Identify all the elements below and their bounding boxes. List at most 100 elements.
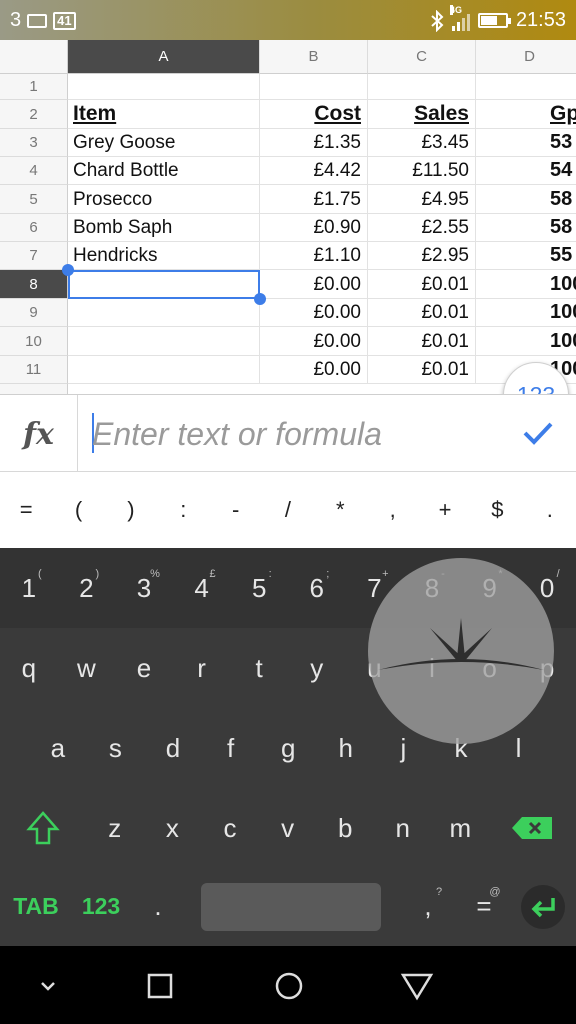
cell-gp[interactable]: 55 — [476, 242, 576, 270]
cell-gp[interactable]: 54 — [476, 157, 576, 185]
symbol-key[interactable]: = — [0, 472, 52, 548]
row-header-10[interactable]: 10 — [0, 327, 68, 356]
symbol-key[interactable]: , — [367, 472, 419, 548]
chevron-down-icon[interactable] — [30, 968, 66, 1004]
row-header-7[interactable]: 7 — [0, 242, 68, 270]
column-header-d[interactable]: D — [476, 40, 576, 74]
key-s[interactable]: s — [87, 708, 145, 788]
cell-cost[interactable]: £1.35 — [260, 129, 368, 157]
cell-sales[interactable]: £0.01 — [368, 270, 476, 299]
key-6[interactable]: 6; — [288, 548, 346, 628]
key-g[interactable]: g — [259, 708, 317, 788]
cell-item[interactable] — [68, 299, 260, 327]
cell-gp[interactable]: 100 — [476, 270, 576, 299]
key-x[interactable]: x — [144, 788, 202, 868]
row-header-8[interactable]: 8 — [0, 270, 68, 299]
checkmark-icon[interactable] — [518, 413, 558, 453]
row-header-12[interactable] — [0, 384, 68, 394]
cell-cost[interactable]: £1.10 — [260, 242, 368, 270]
cell-b1[interactable] — [260, 74, 368, 100]
row-header-9[interactable]: 9 — [0, 299, 68, 327]
key-d[interactable]: d — [144, 708, 202, 788]
row-header-3[interactable]: 3 — [0, 129, 68, 157]
key-f[interactable]: f — [202, 708, 260, 788]
row-header-4[interactable]: 4 — [0, 157, 68, 185]
cell-header-item[interactable]: Item — [68, 100, 260, 129]
row-header-5[interactable]: 5 — [0, 185, 68, 214]
key-r[interactable]: r — [173, 628, 231, 708]
comma-key[interactable]: ,? — [400, 866, 456, 946]
shift-key[interactable] — [0, 788, 86, 868]
numeric-mode-key[interactable]: 123 — [72, 866, 130, 946]
key-2[interactable]: 2) — [58, 548, 116, 628]
key-v[interactable]: v — [259, 788, 317, 868]
symbol-key[interactable]: * — [314, 472, 366, 548]
enter-key[interactable] — [521, 885, 565, 929]
back-triangle-icon[interactable] — [399, 968, 435, 1004]
symbol-key[interactable]: . — [524, 472, 576, 548]
cell-header-cost[interactable]: Cost — [260, 100, 368, 129]
cell-cost[interactable]: £0.00 — [260, 327, 368, 356]
cell-item[interactable]: Hendricks — [68, 242, 260, 270]
space-key[interactable] — [201, 883, 381, 931]
key-e[interactable]: e — [115, 628, 173, 708]
cell-gp[interactable]: 100 — [476, 327, 576, 356]
equals-key[interactable]: = @ — [456, 866, 512, 946]
key-z[interactable]: z — [86, 788, 144, 868]
cell-item[interactable]: Grey Goose — [68, 129, 260, 157]
home-circle-icon[interactable] — [271, 968, 307, 1004]
row-header-2[interactable]: 2 — [0, 100, 68, 129]
key-h[interactable]: h — [317, 708, 375, 788]
row-header-11[interactable]: 11 — [0, 356, 68, 384]
symbol-key[interactable]: + — [419, 472, 471, 548]
cell-sales[interactable]: £0.01 — [368, 356, 476, 384]
cell-header-gp[interactable]: Gp — [476, 100, 576, 129]
cell-sales[interactable]: £2.95 — [368, 242, 476, 270]
key-b[interactable]: b — [316, 788, 374, 868]
key-t[interactable]: t — [230, 628, 288, 708]
cell-item[interactable] — [68, 356, 260, 384]
column-header-c[interactable]: C — [368, 40, 476, 74]
cell-sales[interactable]: £11.50 — [368, 157, 476, 185]
key-y[interactable]: y — [288, 628, 346, 708]
column-header-b[interactable]: B — [260, 40, 368, 74]
key-n[interactable]: n — [374, 788, 432, 868]
cell-c1[interactable] — [368, 74, 476, 100]
symbol-key[interactable]: $ — [471, 472, 523, 548]
key-q[interactable]: q — [0, 628, 58, 708]
spreadsheet-grid[interactable]: A B C D 1 2 3 4 5 6 7 8 9 10 11 Item Cos… — [0, 40, 576, 394]
key-w[interactable]: w — [58, 628, 116, 708]
symbol-key[interactable]: / — [262, 472, 314, 548]
cell-cost[interactable]: £0.00 — [260, 299, 368, 327]
period-key[interactable]: . — [130, 866, 186, 946]
symbol-key[interactable]: ( — [52, 472, 104, 548]
key-3[interactable]: 3% — [115, 548, 173, 628]
cell-cost[interactable]: £0.00 — [260, 356, 368, 384]
cell-gp[interactable]: 53 — [476, 129, 576, 157]
cell-sales[interactable]: £0.01 — [368, 299, 476, 327]
cell-cost[interactable]: £4.42 — [260, 157, 368, 185]
cell-d1[interactable] — [476, 74, 576, 100]
key-4[interactable]: 4 £ — [173, 548, 231, 628]
key-c[interactable]: c — [201, 788, 259, 868]
cell-cost[interactable]: £0.90 — [260, 214, 368, 242]
key-5[interactable]: 5: — [230, 548, 288, 628]
cell-cost[interactable]: £0.00 — [260, 270, 368, 299]
cell-sales[interactable]: £4.95 — [368, 185, 476, 214]
selection-handle-bottom-right[interactable] — [254, 293, 266, 305]
cell-cost[interactable]: £1.75 — [260, 185, 368, 214]
cell-gp[interactable]: 58 — [476, 185, 576, 214]
cell-item[interactable]: Bomb Saph — [68, 214, 260, 242]
cell-item[interactable]: Chard Bottle — [68, 157, 260, 185]
key-1[interactable]: 1( — [0, 548, 58, 628]
select-all-corner[interactable] — [0, 40, 68, 74]
symbol-key[interactable]: ) — [105, 472, 157, 548]
fx-icon[interactable]: fx — [0, 395, 78, 473]
symbol-key[interactable]: : — [157, 472, 209, 548]
selection-handle-top-left[interactable] — [62, 264, 74, 276]
formula-input[interactable] — [92, 415, 492, 453]
cell-gp[interactable]: 58 — [476, 214, 576, 242]
key-m[interactable]: m — [432, 788, 490, 868]
backspace-key[interactable] — [489, 788, 575, 868]
cell-sales[interactable]: £0.01 — [368, 327, 476, 356]
